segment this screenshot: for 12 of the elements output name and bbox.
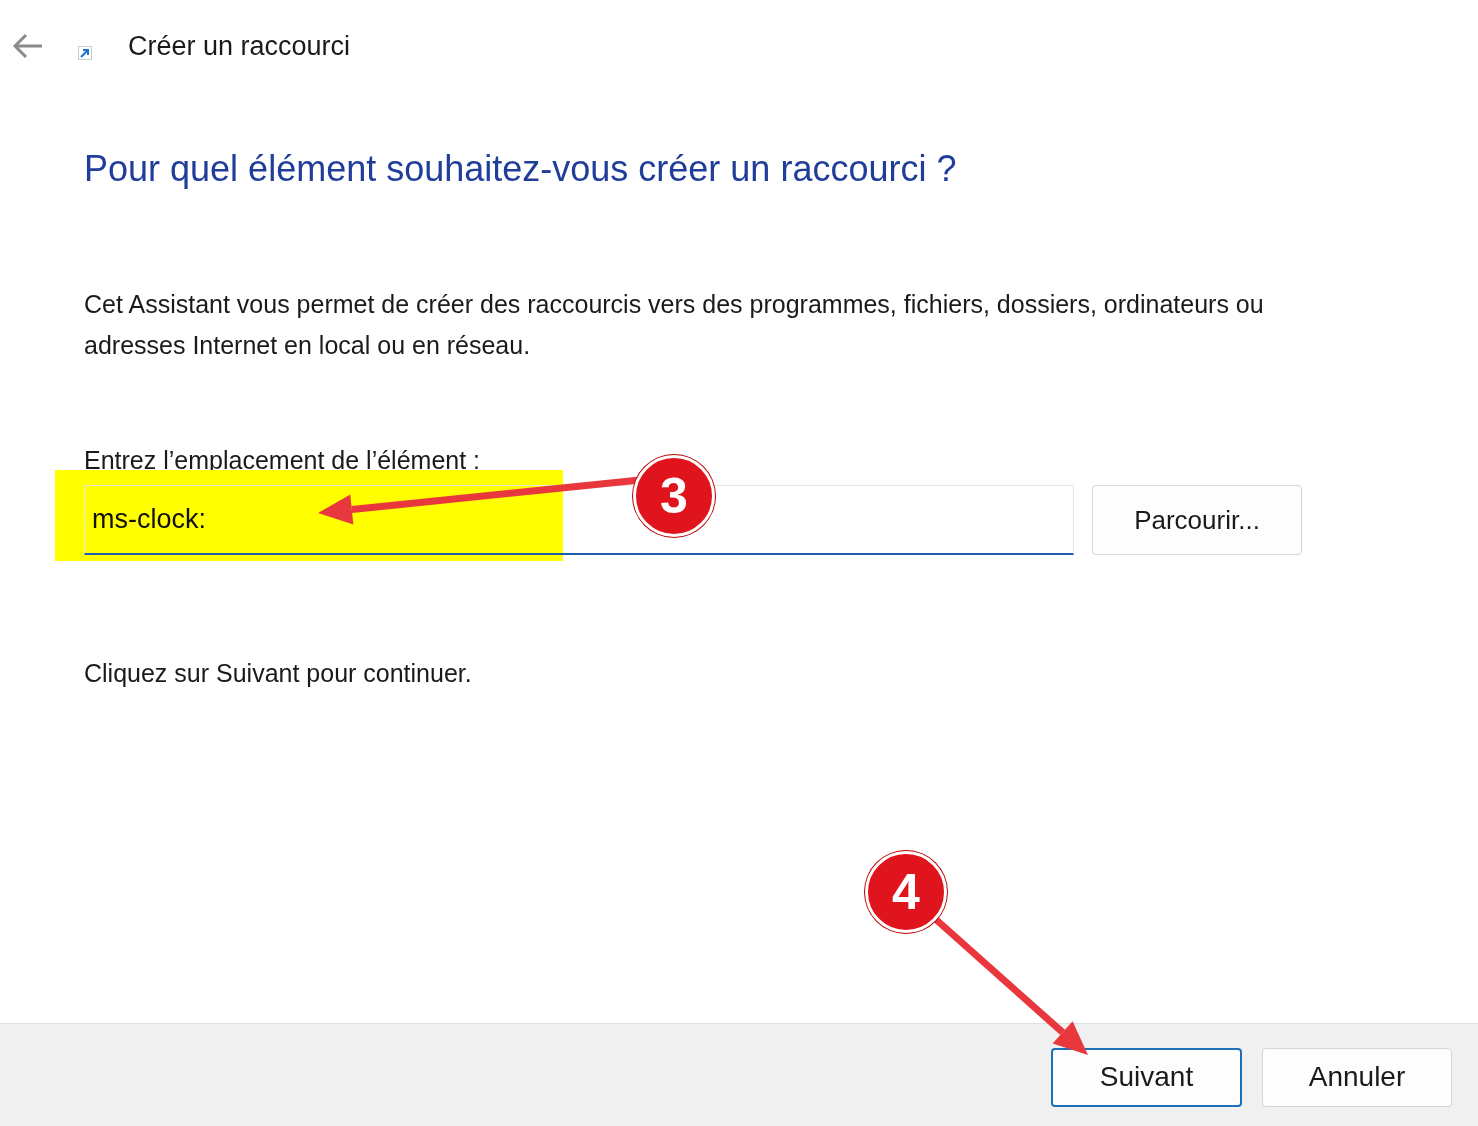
hint-text: Cliquez sur Suivant pour continuer. <box>84 659 473 688</box>
window-title: Créer un raccourci <box>128 30 351 62</box>
step-number-badge: 3 <box>633 455 715 537</box>
back-arrow-icon <box>12 33 44 59</box>
footer-button[interactable]: Suivant <box>1051 1047 1242 1107</box>
shortcut-icon <box>78 46 92 60</box>
wizard-heading: Pour quel élément souhaitez-vous créer un raccourci ? <box>84 148 958 190</box>
step-number-badge: 4 <box>865 851 947 933</box>
description: Cet Assistant vous permet de créer des raccourcis vers des programmes, fichiers, dossiers, ordinateurs ou adresses Internet en local ou en réseau. <box>84 289 1265 361</box>
footer-button[interactable]: Annuler <box>1262 1047 1452 1107</box>
location-label: Entrez l’emplacement de l’élément : <box>84 446 482 475</box>
browse-button[interactable]: Parcourir... <box>1092 485 1302 555</box>
